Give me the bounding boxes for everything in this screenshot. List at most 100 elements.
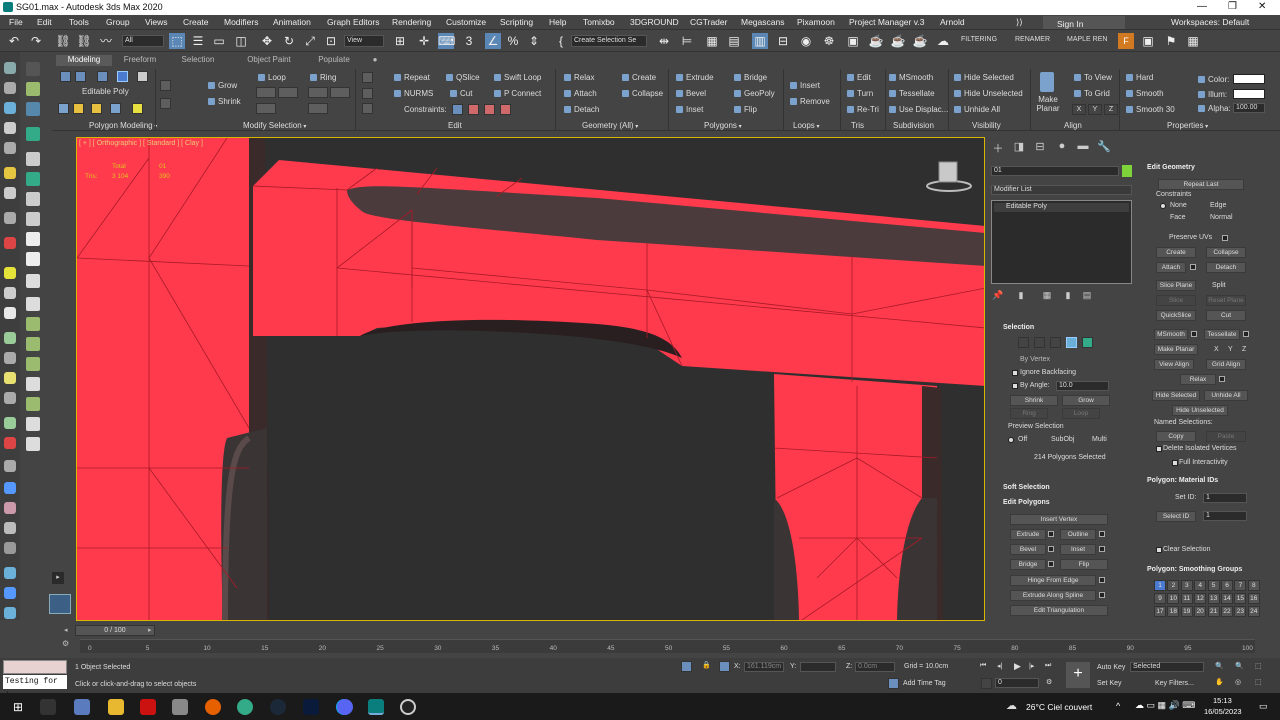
create-tab-icon[interactable]: ＋	[991, 140, 1005, 155]
utilities-tab-icon[interactable]: 🔧	[1097, 140, 1111, 154]
extrude-button[interactable]: Extrude	[1010, 529, 1046, 540]
app-icon[interactable]	[172, 699, 188, 715]
snaps-toggle-icon[interactable]: 3	[461, 33, 477, 49]
loop-button[interactable]: Loop	[1062, 408, 1100, 419]
hide-selected-button[interactable]: Hide Selected	[1152, 390, 1200, 401]
shrink-button[interactable]: Shrink	[208, 97, 241, 106]
by-angle-checkbox[interactable]	[1012, 383, 1018, 389]
relax-button[interactable]: Relax	[1180, 374, 1216, 385]
bind-spacewarp-icon[interactable]: 〰	[98, 33, 114, 49]
placement-icon[interactable]: ⊡	[323, 33, 339, 49]
windows-start-icon[interactable]: ⊞	[13, 700, 27, 714]
maximize-button[interactable]: ❐	[1228, 1, 1237, 12]
group-loops[interactable]: Loops	[793, 121, 819, 130]
tool-icon-c[interactable]: ▦	[1185, 33, 1201, 49]
planar-x-button[interactable]: X	[1214, 346, 1219, 353]
copy-button[interactable]: Copy	[1156, 431, 1196, 442]
sel-icon[interactable]	[160, 98, 171, 109]
attach-button[interactable]: Attach	[564, 89, 597, 98]
add-time-tag-label[interactable]: Add Time Tag	[903, 680, 946, 687]
extrude-spline-settings-icon[interactable]	[1099, 592, 1105, 598]
set-key-button[interactable]: Set Key	[1097, 680, 1122, 687]
smoothing-group-button[interactable]: 19	[1180, 606, 1193, 617]
menu-customize[interactable]: Customize	[446, 17, 486, 27]
split-label[interactable]: Split	[1212, 282, 1226, 289]
slice-button[interactable]: Slice	[1156, 295, 1196, 306]
rotate-icon[interactable]: ↻	[281, 33, 297, 49]
firefox-icon[interactable]	[205, 699, 221, 715]
render-production-icon[interactable]: ☕	[868, 33, 884, 49]
loop-tool-icon[interactable]	[256, 103, 276, 114]
set-key-big-icon[interactable]: +	[1066, 662, 1090, 688]
smoothing-group-button[interactable]: 24	[1247, 606, 1260, 617]
redo-icon[interactable]: ↷	[28, 33, 44, 49]
auto-key-button[interactable]: Auto Key	[1097, 664, 1125, 671]
scale-icon[interactable]: ⤢	[302, 33, 318, 49]
tool-strip-icon[interactable]	[4, 542, 16, 554]
poly-tool-icon[interactable]	[58, 103, 69, 114]
clock-time[interactable]: 15:13	[1213, 696, 1232, 705]
hide-unselected-button[interactable]: Hide Unselected	[1172, 405, 1228, 416]
hard-button[interactable]: Hard	[1126, 73, 1153, 82]
msmooth-button[interactable]: MSmooth	[1154, 329, 1188, 340]
link-icon[interactable]: ⛓	[55, 33, 71, 49]
loop-tool-icon[interactable]	[278, 87, 298, 98]
constraint-none-radio[interactable]	[1160, 203, 1166, 209]
relax-button[interactable]: Relax	[564, 73, 594, 82]
zoom-all-icon[interactable]: 🔍	[1235, 662, 1244, 670]
group-polygons[interactable]: Polygons	[704, 121, 742, 130]
display-tab-icon[interactable]: ▬	[1076, 140, 1090, 154]
tab-modeling[interactable]: Modeling	[56, 55, 112, 66]
poly-tool-icon[interactable]	[73, 103, 84, 114]
motion-tab-icon[interactable]: ●	[1055, 140, 1069, 154]
tab-freeform[interactable]: Freeform	[118, 55, 162, 66]
group-polygon-modeling[interactable]: Polygon Modeling	[89, 121, 157, 130]
clock-date[interactable]: 16/05/2023	[1204, 707, 1242, 716]
smoothing-group-button[interactable]: 1	[1154, 580, 1166, 591]
shrink-button[interactable]: Shrink	[1010, 395, 1058, 406]
select-manipulate-icon[interactable]: ✛	[416, 33, 432, 49]
move-icon[interactable]: ✥	[259, 33, 275, 49]
make-planar-icon[interactable]	[1040, 72, 1054, 92]
time-slider[interactable]: 0 / 100	[75, 625, 155, 636]
object-name-input[interactable]: 01	[991, 166, 1119, 176]
select-id-button[interactable]: Select ID	[1156, 511, 1196, 522]
group-properties[interactable]: Properties	[1167, 121, 1208, 130]
bridge-settings-icon[interactable]	[1048, 561, 1054, 567]
selection-filter-dropdown[interactable]: All	[122, 35, 164, 47]
selection-rollout-title[interactable]: Selection	[1003, 324, 1034, 331]
group-geometry[interactable]: Geometry (All)	[582, 121, 638, 130]
tessellate-settings-icon[interactable]	[1243, 331, 1249, 337]
tool-icon-a[interactable]: ▣	[1140, 33, 1156, 49]
smoothing-group-button[interactable]: 3	[1180, 580, 1193, 591]
smoothing-group-button[interactable]: 10	[1167, 593, 1180, 604]
tool-strip-icon[interactable]	[4, 372, 16, 384]
viewport-label[interactable]: [ + ] [ Orthographic ] [ Standard ] [ Cl…	[79, 140, 203, 147]
unhide-all-button[interactable]: Unhide All	[1204, 390, 1248, 401]
time-config-icon[interactable]: ⚙	[1046, 678, 1052, 686]
grow-button[interactable]: Grow	[208, 81, 237, 90]
smoothing-group-button[interactable]: 18	[1167, 606, 1180, 617]
flip-button[interactable]: Flip	[1060, 559, 1108, 570]
flip-button[interactable]: Flip	[734, 105, 757, 114]
pan-icon[interactable]: ✋	[1215, 678, 1224, 686]
slice-plane-button[interactable]: Slice Plane	[1156, 280, 1196, 291]
by-angle-input[interactable]: 10.0	[1056, 381, 1109, 391]
tool-strip-icon[interactable]	[4, 417, 16, 429]
edit-tool-icon[interactable]	[362, 103, 373, 114]
smoothing-group-button[interactable]: 2	[1167, 580, 1180, 591]
z-coord-input[interactable]: 0.0cm	[855, 662, 895, 672]
curve-editor-icon[interactable]: ▥	[752, 33, 768, 49]
tool-strip-icon[interactable]	[26, 317, 40, 331]
sel-element-icon[interactable]	[1082, 337, 1093, 348]
tool-strip-icon[interactable]	[4, 502, 16, 514]
smoothing-group-button[interactable]: 5	[1207, 580, 1220, 591]
tool-strip-icon[interactable]	[4, 267, 16, 279]
tray-chevron-icon[interactable]: ^	[1116, 701, 1120, 711]
tool-strip-icon[interactable]	[4, 102, 16, 114]
cloud-render-icon[interactable]: ☁	[935, 33, 951, 49]
tool-strip-icon[interactable]	[26, 82, 40, 96]
select-id-input[interactable]: 1	[1203, 511, 1247, 521]
pivot-icon[interactable]: ⊞	[392, 33, 408, 49]
smoothing-groups-rollout[interactable]: Polygon: Smoothing Groups	[1147, 566, 1242, 573]
